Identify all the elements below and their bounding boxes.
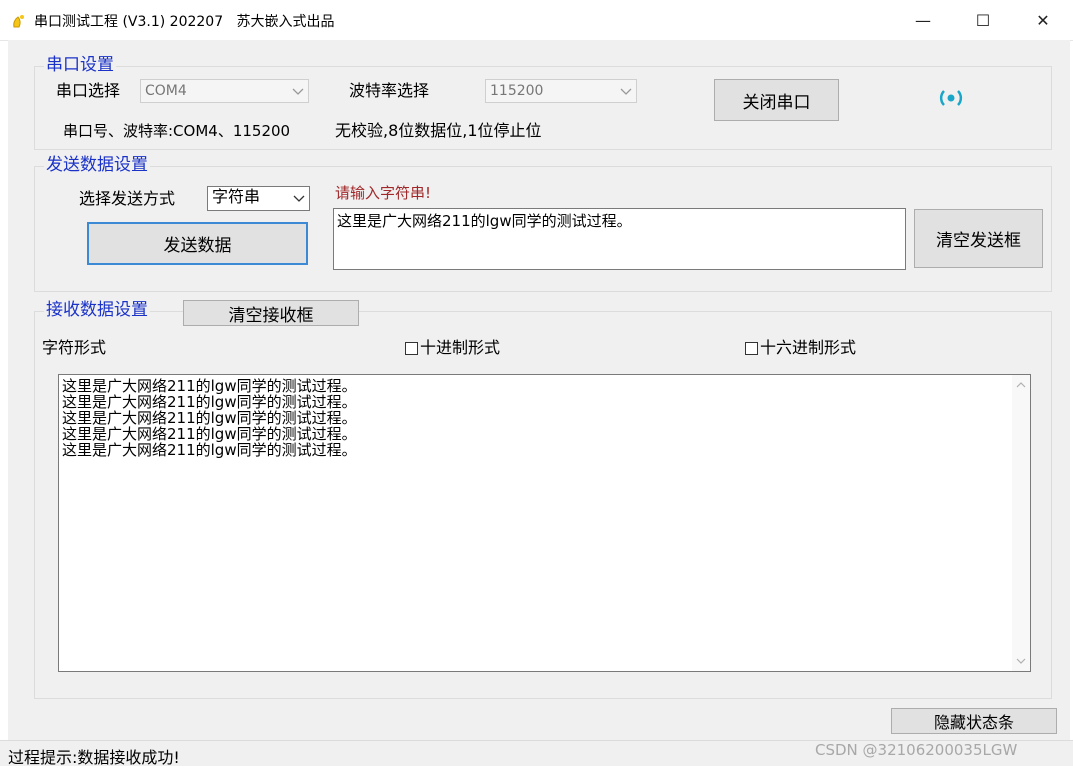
char-format-label: 字符形式	[42, 338, 107, 357]
receive-scrollbar[interactable]	[1012, 375, 1030, 671]
watermark: CSDN @32106200035LGW	[815, 741, 1018, 759]
port-select[interactable]: COM4	[140, 79, 309, 103]
send-mode-value: 字符串	[212, 187, 261, 206]
port-info-text: 串口号、波特率:COM4、115200	[63, 122, 291, 140]
receive-lines: 这里是广大网络211的lgw同学的测试过程。 这里是广大网络211的lgw同学的…	[62, 378, 357, 458]
send-settings-title: 发送数据设置	[44, 155, 150, 175]
send-mode-select[interactable]: 字符串	[207, 186, 310, 211]
baud-select-value: 115200	[490, 83, 544, 99]
receive-line: 这里是广大网络211的lgw同学的测试过程。	[62, 393, 357, 411]
input-prompt: 请输入字符串!	[335, 184, 432, 202]
receive-line: 这里是广大网络211的lgw同学的测试过程。	[62, 377, 357, 395]
scroll-down-icon[interactable]	[1016, 657, 1026, 665]
app-icon	[13, 15, 24, 28]
title-bar[interactable]: 串口测试工程 (V3.1) 202207 苏大嵌入式出品 — ☐ ✕	[0, 0, 1073, 41]
receive-textbox[interactable]: 这里是广大网络211的lgw同学的测试过程。 这里是广大网络211的lgw同学的…	[58, 374, 1031, 672]
send-data-button[interactable]: 发送数据	[87, 222, 308, 265]
receive-line: 这里是广大网络211的lgw同学的测试过程。	[62, 441, 357, 459]
scroll-up-icon[interactable]	[1016, 381, 1026, 389]
close-port-button[interactable]: 关闭串口	[714, 79, 839, 121]
hide-status-button[interactable]: 隐藏状态条	[891, 708, 1057, 734]
maximize-button[interactable]: ☐	[953, 0, 1013, 40]
client-area: 串口设置 串口选择 COM4 波特率选择 115200 关闭串口 串口号、波特率…	[8, 40, 1070, 740]
chevron-down-icon	[620, 88, 632, 95]
status-text: 过程提示:数据接收成功!	[8, 748, 180, 767]
serial-settings-title: 串口设置	[44, 55, 116, 75]
port-select-label: 串口选择	[56, 81, 121, 100]
minimize-button[interactable]: —	[893, 0, 953, 40]
chevron-down-icon	[293, 195, 305, 202]
clear-send-button[interactable]: 清空发送框	[914, 209, 1043, 268]
send-input-value: 这里是广大网络211的lgw同学的测试过程。	[337, 212, 632, 230]
chevron-down-icon	[292, 88, 304, 95]
status-bar: 过程提示:数据接收成功! CSDN @32106200035LGW	[0, 740, 1073, 767]
receive-settings-title: 接收数据设置	[44, 300, 150, 320]
baud-select-label: 波特率选择	[349, 81, 430, 100]
wireless-signal-icon	[939, 90, 963, 106]
receive-line: 这里是广大网络211的lgw同学的测试过程。	[62, 425, 357, 443]
send-mode-label: 选择发送方式	[79, 189, 176, 208]
decimal-label: 十进制形式	[420, 338, 501, 357]
port-select-value: COM4	[145, 83, 187, 99]
hex-checkbox[interactable]	[745, 342, 758, 355]
receive-line: 这里是广大网络211的lgw同学的测试过程。	[62, 409, 357, 427]
clear-receive-button[interactable]: 清空接收框	[183, 300, 359, 326]
decimal-checkbox[interactable]	[405, 342, 418, 355]
window-title: 串口测试工程 (V3.1) 202207 苏大嵌入式出品	[34, 14, 335, 30]
close-button[interactable]: ✕	[1013, 0, 1073, 40]
baud-select[interactable]: 115200	[485, 79, 637, 103]
hex-label: 十六进制形式	[760, 338, 857, 357]
port-format-text: 无校验,8位数据位,1位停止位	[335, 121, 542, 140]
send-input[interactable]: 这里是广大网络211的lgw同学的测试过程。	[333, 208, 906, 270]
